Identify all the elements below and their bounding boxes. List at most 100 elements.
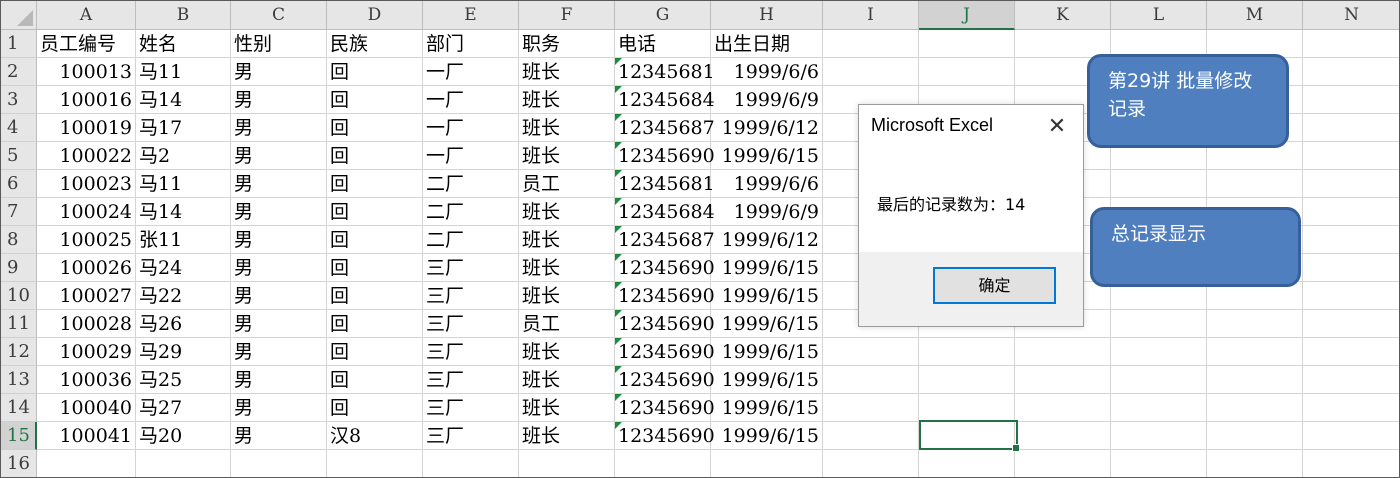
cell-c7[interactable]: 男 [231, 198, 327, 226]
cell-c2[interactable]: 男 [231, 58, 327, 86]
cell-d16[interactable] [327, 450, 423, 477]
cell-n4[interactable] [1303, 114, 1399, 142]
cell-l11[interactable] [1111, 310, 1207, 338]
cell-i12[interactable] [823, 338, 919, 366]
cell-g15[interactable]: 12345690 [615, 422, 715, 450]
cell-l12[interactable] [1111, 338, 1207, 366]
row-header-1[interactable]: 1 [1, 30, 37, 58]
cell-c5[interactable]: 男 [231, 142, 327, 170]
cell-c9[interactable]: 男 [231, 254, 327, 282]
cell-c4[interactable]: 男 [231, 114, 327, 142]
cell-d7[interactable]: 回 [327, 198, 423, 226]
cell-f15[interactable]: 班长 [519, 422, 615, 450]
column-header-a[interactable]: A [37, 1, 136, 30]
cell-h8[interactable]: 1999/6/12 [711, 226, 823, 254]
cell-e10[interactable]: 三厂 [423, 282, 519, 310]
cell-g7[interactable]: 12345684 [615, 198, 715, 226]
cell-d12[interactable]: 回 [327, 338, 423, 366]
cell-g9[interactable]: 12345690 [615, 254, 715, 282]
cell-d1[interactable]: 民族 [327, 30, 423, 58]
cell-g11[interactable]: 12345690 [615, 310, 715, 338]
cell-h7[interactable]: 1999/6/9 [711, 198, 823, 226]
cell-d11[interactable]: 回 [327, 310, 423, 338]
cell-e2[interactable]: 一厂 [423, 58, 519, 86]
cell-b3[interactable]: 马14 [136, 86, 231, 114]
cell-n8[interactable] [1303, 226, 1399, 254]
cell-n1[interactable] [1303, 30, 1399, 58]
column-header-f[interactable]: F [519, 1, 615, 30]
cell-b11[interactable]: 马26 [136, 310, 231, 338]
row-header-11[interactable]: 11 [1, 310, 37, 338]
cell-h2[interactable]: 1999/6/6 [711, 58, 823, 86]
cell-i1[interactable] [823, 30, 919, 58]
cell-g2[interactable]: 12345681 [615, 58, 715, 86]
cell-n15[interactable] [1303, 422, 1399, 450]
cell-d14[interactable]: 回 [327, 394, 423, 422]
cell-k12[interactable] [1015, 338, 1111, 366]
cell-b16[interactable] [136, 450, 231, 477]
cell-l16[interactable] [1111, 450, 1207, 477]
cell-i14[interactable] [823, 394, 919, 422]
cell-a7[interactable]: 100024 [37, 198, 136, 226]
cell-j2[interactable] [919, 58, 1015, 86]
cell-e15[interactable]: 三厂 [423, 422, 519, 450]
cell-d5[interactable]: 回 [327, 142, 423, 170]
cell-b12[interactable]: 马29 [136, 338, 231, 366]
cell-f4[interactable]: 班长 [519, 114, 615, 142]
cell-h15[interactable]: 1999/6/15 [711, 422, 823, 450]
cell-a15[interactable]: 100041 [37, 422, 136, 450]
column-header-g[interactable]: G [615, 1, 711, 30]
cell-f11[interactable]: 员工 [519, 310, 615, 338]
column-header-h[interactable]: H [711, 1, 823, 30]
cell-g14[interactable]: 12345690 [615, 394, 715, 422]
cell-h5[interactable]: 1999/6/15 [711, 142, 823, 170]
cell-e13[interactable]: 三厂 [423, 366, 519, 394]
cell-a9[interactable]: 100026 [37, 254, 136, 282]
cell-g13[interactable]: 12345690 [615, 366, 715, 394]
cell-d2[interactable]: 回 [327, 58, 423, 86]
cell-g3[interactable]: 12345684 [615, 86, 715, 114]
row-header-2[interactable]: 2 [1, 58, 37, 86]
cell-a8[interactable]: 100025 [37, 226, 136, 254]
cell-n11[interactable] [1303, 310, 1399, 338]
cell-g10[interactable]: 12345690 [615, 282, 715, 310]
select-all-corner[interactable] [1, 1, 37, 30]
cell-b14[interactable]: 马27 [136, 394, 231, 422]
cell-e1[interactable]: 部门 [423, 30, 519, 58]
row-header-3[interactable]: 3 [1, 86, 37, 114]
column-header-b[interactable]: B [136, 1, 231, 30]
cell-a12[interactable]: 100029 [37, 338, 136, 366]
cell-f14[interactable]: 班长 [519, 394, 615, 422]
cell-a10[interactable]: 100027 [37, 282, 136, 310]
cell-j14[interactable] [919, 394, 1015, 422]
cell-c11[interactable]: 男 [231, 310, 327, 338]
cell-a1[interactable]: 员工编号 [37, 30, 136, 58]
column-header-k[interactable]: K [1015, 1, 1111, 30]
cell-c14[interactable]: 男 [231, 394, 327, 422]
cell-b9[interactable]: 马24 [136, 254, 231, 282]
cell-c10[interactable]: 男 [231, 282, 327, 310]
column-header-e[interactable]: E [423, 1, 519, 30]
cell-g12[interactable]: 12345690 [615, 338, 715, 366]
cell-e8[interactable]: 二厂 [423, 226, 519, 254]
cell-n16[interactable] [1303, 450, 1399, 477]
cell-m15[interactable] [1207, 422, 1303, 450]
cell-f10[interactable]: 班长 [519, 282, 615, 310]
cell-f16[interactable] [519, 450, 615, 477]
row-header-14[interactable]: 14 [1, 394, 37, 422]
cell-l6[interactable] [1111, 170, 1207, 198]
cell-d13[interactable]: 回 [327, 366, 423, 394]
cell-a4[interactable]: 100019 [37, 114, 136, 142]
cell-f8[interactable]: 班长 [519, 226, 615, 254]
row-header-16[interactable]: 16 [1, 450, 37, 477]
cell-e3[interactable]: 一厂 [423, 86, 519, 114]
cell-d6[interactable]: 回 [327, 170, 423, 198]
cell-d8[interactable]: 回 [327, 226, 423, 254]
cell-j12[interactable] [919, 338, 1015, 366]
cell-a11[interactable]: 100028 [37, 310, 136, 338]
fill-handle[interactable] [1012, 444, 1020, 452]
cell-d15[interactable]: 汉8 [327, 422, 423, 450]
cell-a2[interactable]: 100013 [37, 58, 136, 86]
cell-b6[interactable]: 马11 [136, 170, 231, 198]
cell-g8[interactable]: 12345687 [615, 226, 715, 254]
